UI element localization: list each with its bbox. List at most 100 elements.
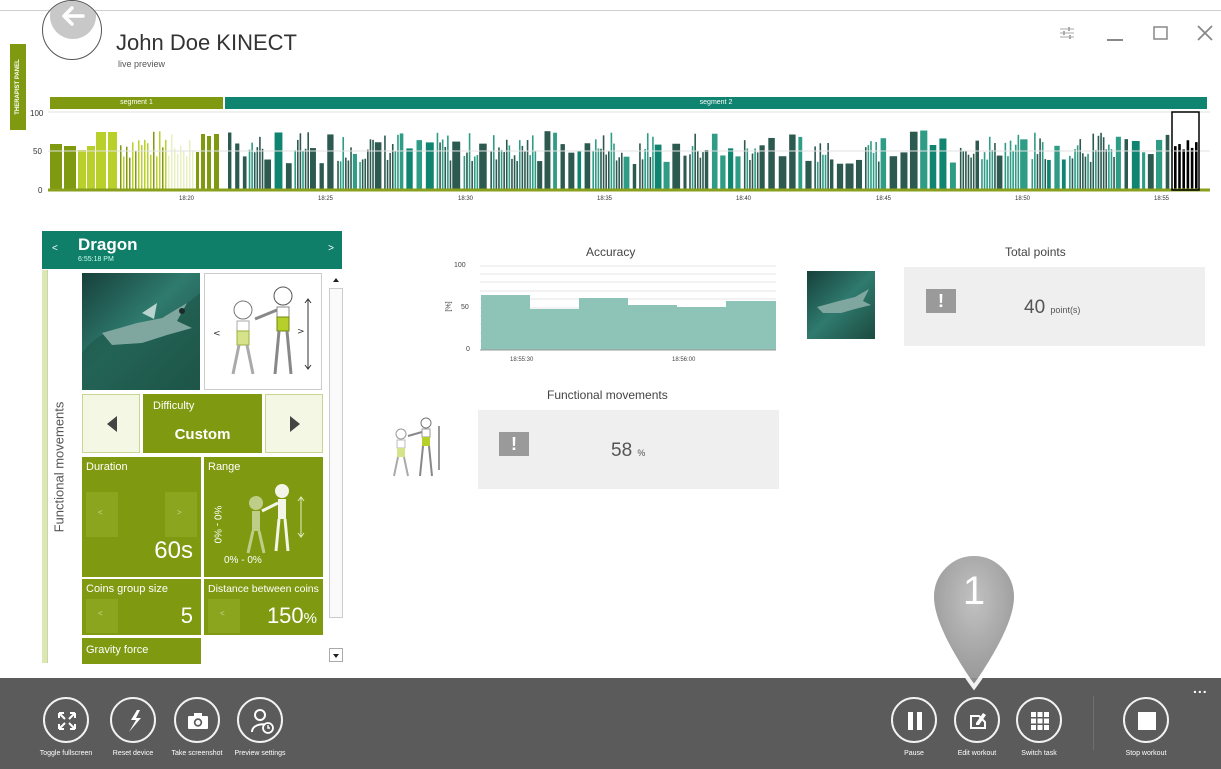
distance-decrease-button[interactable]: < (208, 599, 240, 633)
timeline-bar (967, 154, 970, 190)
take-screenshot-button[interactable] (174, 697, 220, 743)
timeline-bar (909, 131, 918, 190)
timeline-bar (253, 152, 256, 190)
timeline-bar (728, 148, 734, 190)
timeline-bar (466, 152, 468, 190)
range-vertical-value: %0 - %0 (211, 505, 223, 544)
timeline-bar (468, 133, 471, 190)
timeline-bar (214, 134, 219, 190)
edit-workout-button[interactable] (954, 697, 1000, 743)
timeline-bar (337, 160, 339, 190)
timeline-bar (447, 135, 449, 190)
difficulty-prev-button[interactable] (82, 394, 140, 453)
reset-device-button[interactable] (110, 697, 156, 743)
gravity-force-label: Gravity force (86, 644, 149, 656)
grid-icon (1031, 712, 1049, 730)
timeline-bar (735, 156, 741, 190)
timeline-bar (1100, 132, 1102, 190)
preview-settings-button[interactable] (237, 697, 283, 743)
difficulty-next-button[interactable] (265, 394, 323, 453)
timeline-bar (228, 132, 232, 190)
timeline-bar (374, 142, 382, 190)
prev-task-icon[interactable]: < (52, 243, 58, 254)
timeline-bar (749, 159, 751, 190)
timeline-bar (696, 151, 699, 190)
timeline-bar (529, 155, 531, 190)
timeline-bar (294, 150, 296, 190)
timeline-bar (165, 139, 167, 190)
timeline-bar (192, 150, 194, 190)
coins-group-size-tile[interactable]: Coins group size < 5 (82, 579, 201, 635)
timeline-bar (168, 155, 170, 190)
pause-button[interactable] (891, 697, 937, 743)
timeline-bar (516, 161, 518, 190)
scroll-down-button[interactable] (329, 648, 343, 662)
timeline-bar (824, 154, 827, 190)
duration-decrease-button[interactable]: < (86, 492, 118, 537)
timeline-bar (568, 152, 575, 190)
timeline-bar (511, 158, 513, 190)
timeline-bar (1092, 133, 1095, 190)
range-tile[interactable]: Range %0 - %0 0% - 0% (204, 457, 323, 577)
timeline-bar (159, 131, 161, 190)
timeline-time-label: 18:30 (458, 196, 474, 202)
timeline-bar (1009, 140, 1012, 190)
switch-task-button[interactable] (1016, 697, 1062, 743)
distance-between-coins-tile[interactable]: Distance between coins < 150% (204, 579, 323, 635)
timeline-bar (939, 138, 947, 190)
settings-icon[interactable] (1059, 24, 1075, 45)
timeline-bar (503, 152, 505, 190)
functional-movements-tab[interactable]: Functional movements (42, 270, 76, 663)
accuracy-y-tick-50: 50 (461, 304, 469, 311)
timeline-bar (147, 143, 149, 190)
timeline-bar (597, 148, 600, 190)
timeline-bar (1087, 153, 1089, 190)
timeline-bar (513, 155, 516, 190)
timeline-bar (425, 142, 434, 190)
timeline-chart[interactable] (0, 100, 1221, 200)
timeline-bar (836, 163, 844, 190)
timeline-bar (1082, 153, 1084, 190)
distance-value-group: 150% (267, 603, 317, 629)
toggle-fullscreen-button[interactable] (43, 697, 89, 743)
timeline-bar (162, 147, 164, 190)
difficulty-tile[interactable]: Difficulty Custom (143, 394, 262, 453)
stop-workout-button[interactable] (1123, 697, 1169, 743)
more-options-button[interactable]: ... (1193, 680, 1208, 696)
timeline-bar (623, 156, 630, 190)
back-button[interactable] (42, 0, 102, 60)
accuracy-chart (480, 265, 776, 351)
timeline-bar (1113, 156, 1115, 190)
duration-increase-button[interactable]: > (165, 492, 197, 537)
timeline-bar (416, 140, 422, 190)
page-subtitle: live preview (118, 59, 166, 69)
scrollbar-track[interactable] (329, 288, 343, 618)
scroll-up-button[interactable] (329, 273, 343, 287)
timeline-bar (201, 134, 205, 190)
accuracy-y-tick-0: 0 (466, 346, 470, 353)
timeline-bar (256, 147, 259, 190)
maximize-icon[interactable] (1152, 24, 1170, 47)
timeline-bar (476, 155, 479, 190)
duration-tile[interactable]: Duration < > 60s (82, 457, 201, 577)
accuracy-y-unit: [%] (445, 301, 453, 312)
gravity-force-tile[interactable]: Gravity force (82, 638, 201, 664)
timeline-bar (87, 146, 95, 190)
timeline-bar (778, 156, 787, 190)
minimize-icon[interactable] (1106, 24, 1124, 47)
next-task-icon[interactable]: > (328, 243, 334, 254)
coins-decrease-button[interactable]: < (86, 599, 118, 633)
timeline-bar (711, 133, 718, 190)
total-points-unit: point(s) (1050, 305, 1081, 315)
timeline-bar (327, 134, 334, 190)
close-icon[interactable] (1196, 24, 1214, 47)
timeline-bar (805, 160, 812, 190)
timeline-bar (1041, 142, 1044, 190)
accuracy-x-tick-2: 18:56:00 (672, 357, 696, 363)
timeline-bar (452, 141, 461, 190)
reset-device-icon (129, 710, 141, 732)
timeline-bar (352, 153, 357, 190)
timeline-bar (1095, 149, 1097, 190)
svg-text:<: < (213, 329, 221, 339)
camera-icon (188, 713, 208, 729)
